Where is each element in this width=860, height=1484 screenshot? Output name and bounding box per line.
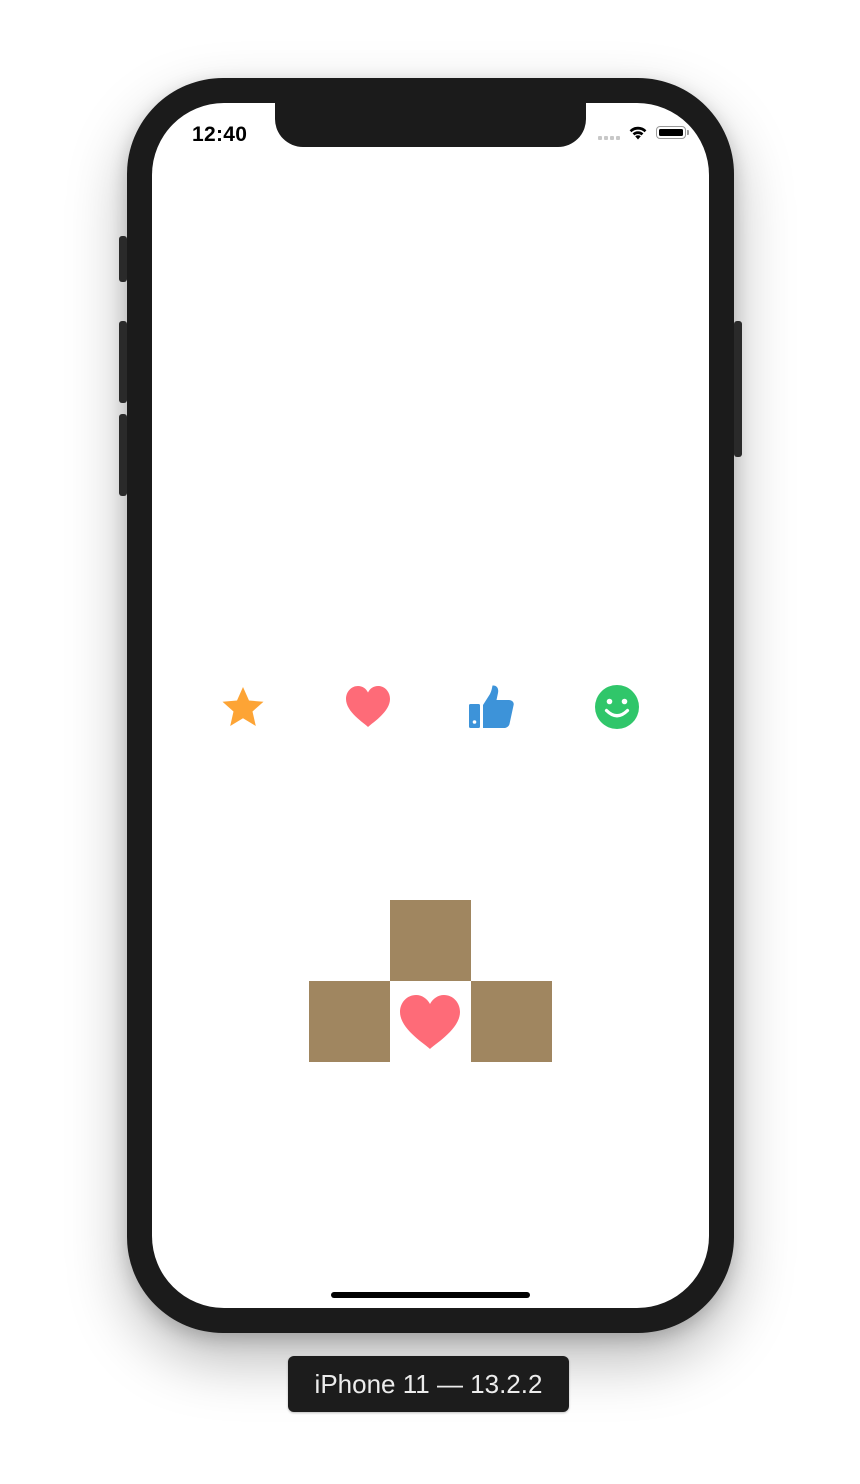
device-screen: 12:40 xyxy=(152,103,709,1308)
brown-box-right xyxy=(471,981,552,1062)
heart-icon[interactable] xyxy=(344,684,392,730)
mute-switch xyxy=(119,236,127,282)
cellular-signal-icon xyxy=(598,126,620,140)
volume-up-button xyxy=(119,321,127,403)
brown-box-top xyxy=(390,900,471,981)
volume-down-button xyxy=(119,414,127,496)
power-button xyxy=(734,321,742,457)
reaction-icon-row xyxy=(152,684,709,730)
smiley-icon[interactable] xyxy=(593,684,641,730)
iphone-device-frame: 12:40 xyxy=(119,78,742,1333)
brown-box-left xyxy=(309,981,390,1062)
thumbs-up-icon[interactable] xyxy=(468,684,516,730)
heart-shape xyxy=(346,686,390,727)
smiley-face xyxy=(595,685,639,729)
wifi-icon xyxy=(629,126,647,140)
status-bar-icons xyxy=(598,125,689,140)
star-shape xyxy=(222,687,264,726)
center-heart-icon[interactable] xyxy=(398,993,462,1051)
home-indicator[interactable] xyxy=(331,1292,530,1298)
status-bar-time: 12:40 xyxy=(192,123,248,146)
notch xyxy=(275,103,586,147)
star-icon[interactable] xyxy=(219,684,267,730)
battery-icon xyxy=(656,126,689,139)
simulator-device-label: iPhone 11 — 13.2.2 xyxy=(288,1356,569,1412)
center-heart-shape xyxy=(400,995,460,1049)
